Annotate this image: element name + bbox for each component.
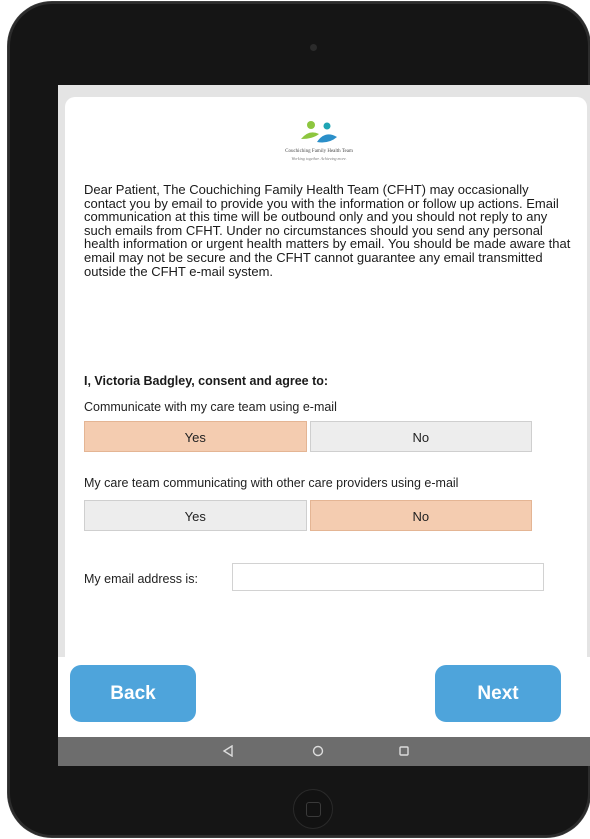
question-other-providers-label: My care team communicating with other ca… — [84, 476, 459, 490]
logo-name: Couchiching Family Health Team — [285, 149, 353, 154]
next-button[interactable]: Next — [435, 665, 561, 722]
email-care-team-yes-button[interactable]: Yes — [84, 421, 307, 452]
tablet-frame: Couchiching Family Health Team Working t… — [8, 2, 590, 837]
consent-card: Couchiching Family Health Team Working t… — [65, 97, 587, 657]
screen: Couchiching Family Health Team Working t… — [58, 85, 590, 766]
email-label: My email address is: — [84, 572, 198, 586]
home-circle-icon[interactable] — [312, 745, 324, 757]
other-providers-yes-button[interactable]: Yes — [84, 500, 307, 531]
other-providers-toggle: Yes No — [84, 500, 532, 531]
cfht-logo: Couchiching Family Health Team Working t… — [259, 117, 379, 165]
other-providers-no-button[interactable]: No — [309, 500, 532, 531]
recents-square-icon[interactable] — [398, 745, 410, 757]
system-nav-bar — [58, 737, 590, 766]
email-input[interactable] — [232, 563, 544, 591]
home-button[interactable] — [293, 789, 333, 829]
question-email-care-team-label: Communicate with my care team using e-ma… — [84, 400, 337, 414]
logo-tagline: Working together. Achieving more. — [291, 156, 347, 161]
email-care-team-toggle: Yes No — [84, 421, 532, 452]
back-triangle-icon[interactable] — [222, 745, 234, 757]
consent-title: I, Victoria Badgley, consent and agree t… — [84, 374, 329, 388]
back-button[interactable]: Back — [70, 665, 196, 722]
email-care-team-no-button[interactable]: No — [309, 421, 532, 452]
footer: Back Next — [58, 657, 590, 737]
home-square-icon — [306, 802, 321, 817]
camera-icon — [310, 44, 317, 51]
logo-mark-icon — [301, 121, 337, 143]
intro-text: Dear Patient, The Couchiching Family Hea… — [84, 182, 571, 279]
